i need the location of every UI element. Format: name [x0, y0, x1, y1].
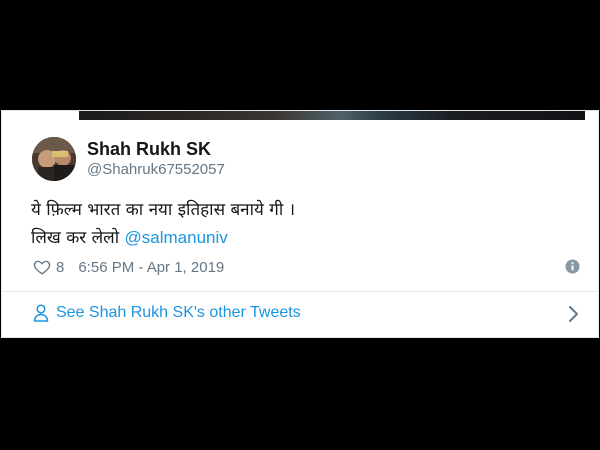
person-icon — [33, 304, 49, 322]
tweet-meta: 8 6:56 PM - Apr 1, 2019 — [33, 257, 224, 277]
other-tweets-label[interactable]: See Shah Rukh SK's other Tweets — [56, 304, 301, 322]
tweet-text-line-2: लिख कर लेलो @salmanuniv — [31, 224, 571, 252]
info-icon[interactable] — [565, 259, 580, 274]
mention-link[interactable]: @salmanuniv — [125, 228, 228, 247]
tweet-media-preview[interactable] — [79, 111, 585, 120]
avatar[interactable] — [32, 137, 76, 181]
other-tweets-link[interactable]: See Shah Rukh SK's other Tweets — [2, 292, 598, 337]
tweet-timestamp[interactable]: 6:56 PM - Apr 1, 2019 — [78, 259, 224, 276]
screenshot-frame: Shah Rukh SK @Shahruk67552057 ये फ़िल्म … — [0, 0, 600, 450]
like-count[interactable]: 8 — [56, 259, 64, 276]
author-name[interactable]: Shah Rukh SK — [87, 139, 211, 160]
embedded-tweet-card: Shah Rukh SK @Shahruk67552057 ये फ़िल्म … — [1, 110, 599, 338]
tweet-text-line-2-prefix: लिख कर लेलो — [31, 228, 125, 248]
tweet-text: ये फ़िल्म भारत का नया इतिहास बनाये गी । … — [31, 196, 571, 252]
heart-icon[interactable] — [33, 258, 51, 276]
author-handle[interactable]: @Shahruk67552057 — [87, 161, 225, 178]
tweet-text-line-1: ये फ़िल्म भारत का नया इतिहास बनाये गी । — [31, 200, 296, 220]
chevron-right-icon[interactable] — [568, 305, 580, 323]
